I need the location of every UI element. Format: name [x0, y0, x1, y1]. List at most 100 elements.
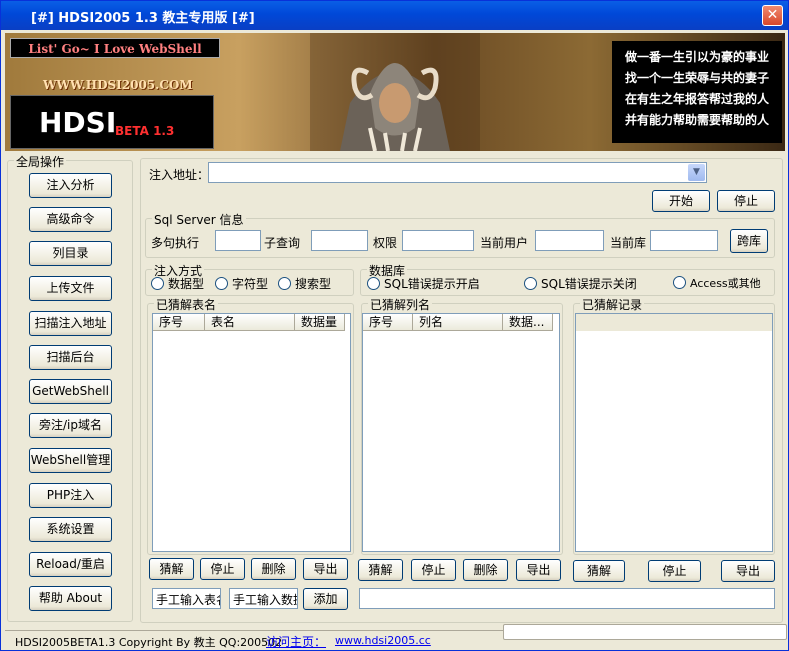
banner-logo: HDSI BETA 1.3 — [10, 95, 214, 149]
sidebar-item-reverse-ip[interactable]: 旁注/ip域名 — [29, 413, 112, 438]
banner-poem: 做一番一生引以为豪的事业 找一个一生荣辱与共的妻子 在有生之年报答帮过我的人 并… — [612, 41, 782, 143]
sidebar-item-webshell-manage[interactable]: WebShell管理 — [29, 448, 112, 473]
tables-header: 序号 表名 数据量 — [153, 314, 345, 331]
columns-listview[interactable]: 序号 列名 数据... — [362, 313, 560, 552]
radio-sql-error-on[interactable]: SQL错误提示开启 — [367, 275, 480, 292]
title-bar[interactable]: [#] HDSI2005 1.3 教主专用版 [#] ✕ — [1, 1, 788, 30]
knight-illustration — [310, 33, 480, 151]
sidebar-title: 全局操作 — [14, 153, 67, 170]
sidebar-item-help[interactable]: 帮助 About — [29, 586, 112, 611]
radio-dot — [524, 277, 537, 290]
logo-text: HDSI — [39, 106, 117, 139]
status-copyright: HDSI2005BETA1.3 Copyright By 教主 QQ:20050… — [15, 636, 283, 649]
tables-listview[interactable]: 序号 表名 数据量 — [152, 313, 351, 552]
visit-label[interactable]: 访问主页： — [266, 635, 326, 649]
stop-button[interactable]: 停止 — [717, 190, 775, 212]
records-header — [576, 314, 772, 331]
radio-dot — [673, 276, 686, 289]
radio-sql-error-on-label: SQL错误提示开启 — [384, 277, 480, 291]
radio-dot — [151, 277, 164, 290]
sidebar-item-reload[interactable]: Reload/重启 — [29, 552, 112, 577]
current-user-label: 当前用户 — [480, 236, 529, 250]
poem-line: 做一番一生引以为豪的事业 — [624, 50, 769, 64]
radio-dot — [367, 277, 380, 290]
url-label: 注入地址： — [149, 168, 210, 182]
radio-dot — [215, 277, 228, 290]
columns-export-button[interactable]: 导出 — [516, 559, 561, 581]
subquery-field[interactable] — [311, 230, 368, 251]
sidebar-item-getwebshell[interactable]: GetWebShell — [29, 379, 112, 404]
tables-export-button[interactable]: 导出 — [303, 558, 348, 580]
start-button[interactable]: 开始 — [652, 190, 710, 212]
records-export-button[interactable]: 导出 — [721, 560, 775, 582]
banner-site: WWW.HDSI2005.COM — [43, 78, 193, 92]
radio-numeric[interactable]: 数据型 — [151, 275, 204, 292]
records-guess-button[interactable]: 猜解 — [573, 560, 625, 582]
current-db-field[interactable] — [650, 230, 718, 251]
columns-stop-button[interactable]: 停止 — [411, 559, 456, 581]
tables-guess-button[interactable]: 猜解 — [149, 558, 194, 580]
columns-header: 序号 列名 数据... — [363, 314, 553, 331]
col-column-name[interactable]: 列名 — [413, 314, 503, 331]
add-button[interactable]: 添加 — [303, 588, 348, 610]
status-homepage-link[interactable]: www.hdsi2005.cc — [335, 634, 431, 647]
url-select[interactable]: ▼ — [208, 162, 707, 183]
sidebar-item-advanced-command[interactable]: 高级命令 — [29, 207, 112, 232]
sidebar-item-settings[interactable]: 系统设置 — [29, 517, 112, 542]
sidebar-item-scan-inject[interactable]: 扫描注入地址 — [29, 311, 112, 336]
radio-access-label: Access或其他 — [690, 277, 761, 290]
banner: List' Go~ I Love WebShell WWW.HDSI2005.C… — [5, 33, 785, 151]
records-title: 已猜解记录 — [580, 296, 645, 313]
permission-label: 权限 — [373, 236, 398, 250]
radio-string-label: 字符型 — [232, 277, 269, 291]
multi-exec-label: 多句执行 — [151, 236, 200, 250]
sidebar-item-inject-analysis[interactable]: 注入分析 — [29, 173, 112, 198]
multi-exec-field[interactable] — [215, 230, 261, 251]
sidebar-item-scan-admin[interactable]: 扫描后台 — [29, 345, 112, 370]
sidebar-item-list-dir[interactable]: 列目录 — [29, 241, 112, 266]
chevron-down-icon[interactable]: ▼ — [688, 164, 705, 181]
record-input[interactable] — [359, 588, 775, 609]
col-index[interactable]: 序号 — [363, 314, 413, 331]
radio-string[interactable]: 字符型 — [215, 275, 268, 292]
manual-data-input[interactable]: 手工输入数据 — [229, 588, 298, 609]
close-button[interactable]: ✕ — [762, 5, 783, 26]
radio-numeric-label: 数据型 — [168, 277, 205, 291]
poem-line: 找一个一生荣辱与共的妻子 — [624, 71, 769, 85]
col-data[interactable]: 数据... — [503, 314, 553, 331]
sidebar-item-php-inject[interactable]: PHP注入 — [29, 483, 112, 508]
manual-table-input[interactable]: 手工输入表名 — [152, 588, 221, 609]
col-table-name[interactable]: 表名 — [205, 314, 295, 331]
radio-sql-error-off[interactable]: SQL错误提示关闭 — [524, 275, 637, 292]
col-data-count[interactable]: 数据量 — [295, 314, 345, 331]
records-stop-button[interactable]: 停止 — [648, 560, 701, 582]
cross-db-button[interactable]: 跨库 — [730, 229, 768, 253]
tables-delete-button[interactable]: 删除 — [251, 558, 296, 580]
app-window: [#] HDSI2005 1.3 教主专用版 [#] ✕ List' Go~ I… — [0, 0, 789, 651]
radio-search[interactable]: 搜索型 — [278, 275, 331, 292]
records-grid[interactable] — [575, 313, 773, 552]
current-user-field[interactable] — [535, 230, 604, 251]
sqlserver-title: Sql Server 信息 — [152, 211, 246, 228]
status-bar: HDSI2005BETA1.3 Copyright By 教主 QQ:20050… — [5, 624, 787, 650]
radio-dot — [278, 277, 291, 290]
banner-slogan: List' Go~ I Love WebShell — [10, 38, 220, 58]
radio-search-label: 搜索型 — [295, 277, 332, 291]
columns-title: 已猜解列名 — [368, 296, 433, 313]
sidebar-item-upload[interactable]: 上传文件 — [29, 276, 112, 301]
radio-sql-error-off-label: SQL错误提示关闭 — [541, 277, 637, 291]
subquery-label: 子查询 — [264, 236, 301, 250]
col-index[interactable]: 序号 — [153, 314, 205, 331]
tables-title: 已猜解表名 — [154, 296, 219, 313]
window-title: [#] HDSI2005 1.3 教主专用版 [#] — [31, 11, 255, 26]
tables-stop-button[interactable]: 停止 — [200, 558, 245, 580]
radio-access[interactable]: Access或其他 — [673, 275, 761, 291]
status-visit-label: 访问主页： — [266, 633, 326, 650]
logo-beta: BETA 1.3 — [115, 124, 175, 138]
current-db-label: 当前库 — [610, 236, 647, 250]
columns-guess-button[interactable]: 猜解 — [358, 559, 403, 581]
progress-bar — [503, 624, 787, 640]
poem-line: 并有能力帮助需要帮助的人 — [624, 113, 769, 127]
columns-delete-button[interactable]: 删除 — [463, 559, 508, 581]
permission-field[interactable] — [402, 230, 474, 251]
